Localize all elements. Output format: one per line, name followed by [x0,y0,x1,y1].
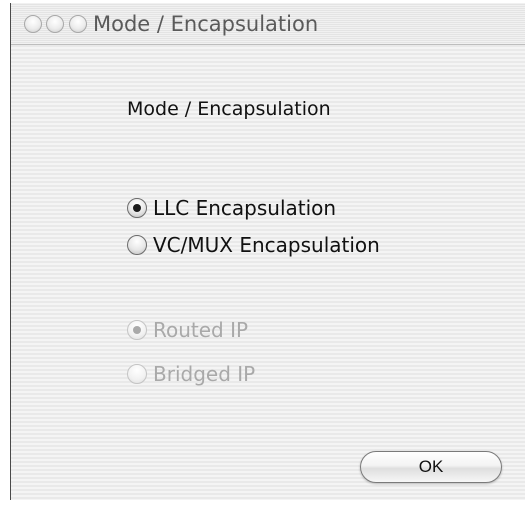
zoom-icon[interactable] [69,15,87,33]
radio-dot [133,326,141,334]
bridged-ip-radio: Bridged IP [127,361,255,387]
vcmux-encapsulation-label[interactable]: VC/MUX Encapsulation [153,233,380,257]
dialog-heading: Mode / Encapsulation [127,98,331,120]
ok-button[interactable]: OK [360,451,502,483]
routed-ip-radio: Routed IP [127,317,248,343]
routed-ip-label: Routed IP [153,318,249,342]
title-bar[interactable]: Mode / Encapsulation [11,3,525,45]
window-title: Mode / Encapsulation [93,12,319,36]
radio-dot [133,204,141,212]
dialog-window: Mode / Encapsulation Mode / Encapsulatio… [10,3,525,500]
radio-selected-icon[interactable] [127,198,147,218]
radio-selected-icon [127,320,147,340]
llc-encapsulation-radio[interactable]: LLC Encapsulation [127,195,336,221]
close-icon[interactable] [24,15,42,33]
minimize-icon[interactable] [46,15,64,33]
vcmux-encapsulation-radio[interactable]: VC/MUX Encapsulation [127,232,380,258]
llc-encapsulation-label[interactable]: LLC Encapsulation [153,196,336,220]
radio-unselected-icon [127,364,147,384]
radio-unselected-icon[interactable] [127,235,147,255]
bridged-ip-label: Bridged IP [153,362,256,386]
